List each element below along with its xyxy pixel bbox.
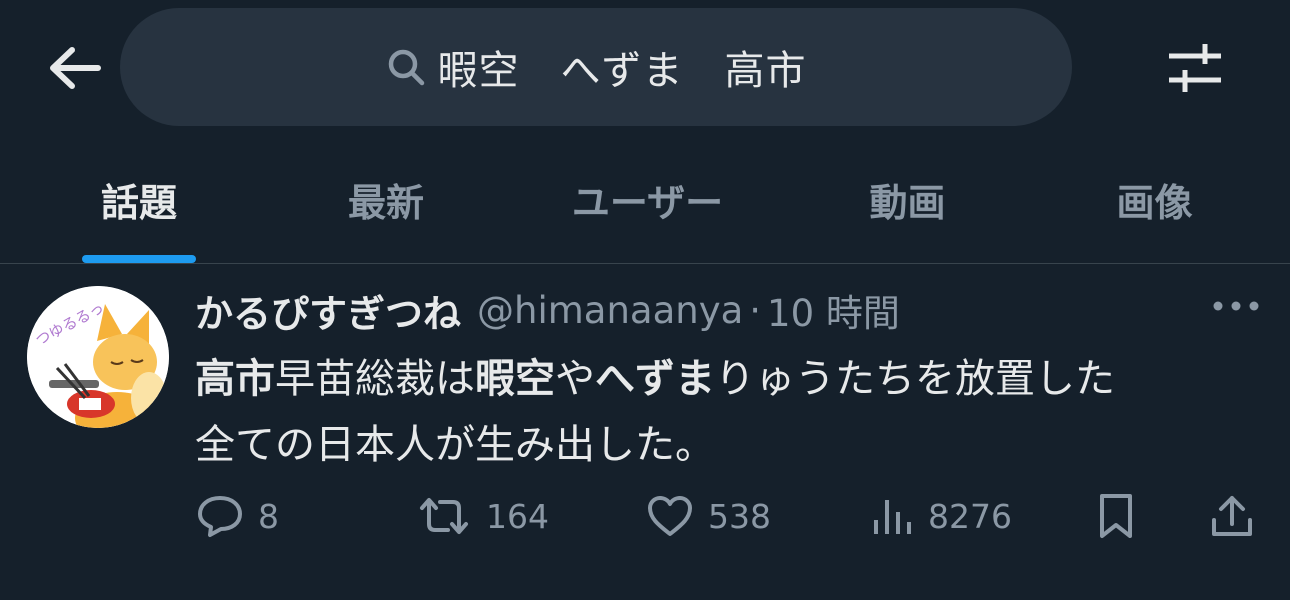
bookmark-icon: [1100, 494, 1132, 538]
tab-people[interactable]: ユーザー: [545, 135, 750, 263]
back-button[interactable]: [42, 40, 106, 96]
search-query-text: 暇空 へずま 高市: [437, 48, 807, 94]
more-dots-icon: [1213, 301, 1259, 311]
display-name[interactable]: かるぴすぎつね: [195, 283, 461, 338]
bookmark-button[interactable]: [1094, 486, 1138, 546]
retweet-icon: [420, 498, 468, 534]
search-input[interactable]: 暇空 へずま 高市: [120, 8, 1072, 126]
view-count: 8276: [928, 496, 1012, 536]
like-heart-icon: [648, 496, 692, 536]
reply-icon: [198, 496, 242, 537]
share-icon: [1212, 496, 1252, 536]
views-chart-icon: [874, 500, 911, 534]
tweet-actions: 8 164 538 8276: [0, 486, 1290, 546]
highlight-text: へずま: [595, 356, 715, 402]
tweet-text-segment: や: [555, 356, 595, 402]
tweet-text-segment: りゅうたちを放置した: [715, 356, 1115, 402]
retweet-count: 164: [486, 496, 549, 536]
tab-images[interactable]: 画像: [1092, 135, 1217, 263]
back-arrow-icon: [50, 47, 101, 89]
search-filter-button[interactable]: [1160, 38, 1230, 98]
tab-top[interactable]: 話題: [82, 135, 196, 263]
top-bar: 暇空 へずま 高市: [0, 0, 1290, 135]
tweet[interactable]: つゆるるっ かるぴすぎつね @himanaanya · 10 時間 高市早苗総裁: [0, 264, 1290, 600]
active-tab-indicator: [82, 255, 196, 263]
separator-dot: ·: [749, 288, 762, 332]
more-button[interactable]: [1208, 288, 1264, 324]
reply-button[interactable]: 8: [196, 486, 279, 546]
views-button[interactable]: 8276: [870, 486, 1012, 546]
avatar[interactable]: つゆるるっ: [27, 286, 169, 428]
search-tabs: 話題 最新 ユーザー 動画 画像: [0, 135, 1290, 263]
like-button[interactable]: 538: [646, 486, 771, 546]
highlight-text: 暇空: [475, 356, 555, 402]
tweet-text-line1: 高市早苗総裁は暇空やへずまりゅうたちを放置した: [195, 346, 1115, 404]
tweet-text-line2: 全ての日本人が生み出した。: [195, 422, 715, 468]
fox-avatar-icon: つゆるるっ: [27, 286, 169, 428]
retweet-button[interactable]: 164: [416, 486, 549, 546]
filter-sliders-icon: [1169, 44, 1221, 92]
tweet-text-segment: 早苗総裁は: [275, 356, 475, 402]
like-count: 538: [708, 496, 771, 536]
tab-latest[interactable]: 最新: [320, 135, 452, 263]
tab-videos[interactable]: 動画: [845, 135, 970, 263]
reply-count: 8: [258, 496, 279, 536]
tweet-header: かるぴすぎつね @himanaanya · 10 時間: [195, 282, 900, 338]
highlight-text: 高市: [195, 356, 275, 402]
share-button[interactable]: [1208, 486, 1256, 546]
tweet-time[interactable]: 10 時間: [767, 283, 900, 337]
search-icon: [388, 49, 424, 86]
user-handle[interactable]: @himanaanya: [477, 289, 743, 332]
